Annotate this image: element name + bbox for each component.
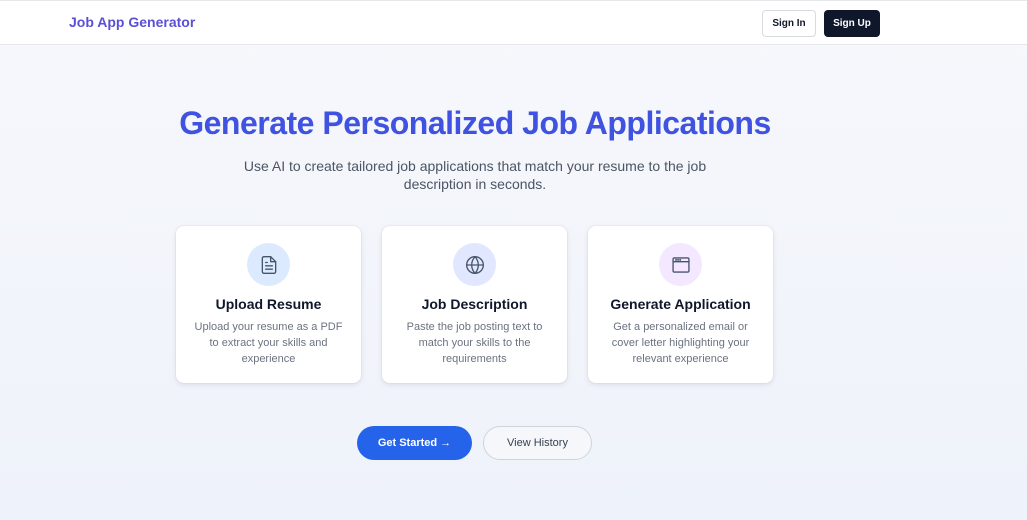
feature-card-title: Upload Resume (215, 296, 322, 312)
sign-up-button[interactable]: Sign Up (824, 10, 880, 37)
feature-card-upload-resume: Upload Resume Upload your resume as a PD… (176, 226, 361, 383)
hero-title: Generate Personalized Job Applications (179, 105, 771, 141)
feature-card-title: Generate Application (610, 296, 751, 312)
view-history-button[interactable]: View History (483, 426, 592, 460)
hero-subtitle: Use AI to create tailored job applicatio… (243, 158, 707, 192)
brand-logo-text[interactable]: Job App Generator (69, 14, 195, 30)
feature-card-description: Paste the job posting text to match your… (406, 321, 543, 365)
feature-card-description: Upload your resume as a PDF to extract y… (194, 321, 343, 365)
feature-card-description: Get a personalized email or cover letter… (611, 321, 750, 365)
globe-icon (453, 243, 496, 286)
feature-card-title: Job Description (421, 296, 528, 312)
document-icon (247, 243, 290, 286)
sign-in-button[interactable]: Sign In (762, 10, 816, 37)
feature-card-generate-application: Generate Application Get a personalized … (588, 226, 773, 383)
browser-window-icon (659, 243, 702, 286)
feature-card-job-description: Job Description Paste the job posting te… (382, 226, 567, 383)
get-started-button[interactable]: Get Started → (357, 426, 472, 460)
top-navigation-bar: Job App Generator Sign In Sign Up (0, 0, 1027, 45)
